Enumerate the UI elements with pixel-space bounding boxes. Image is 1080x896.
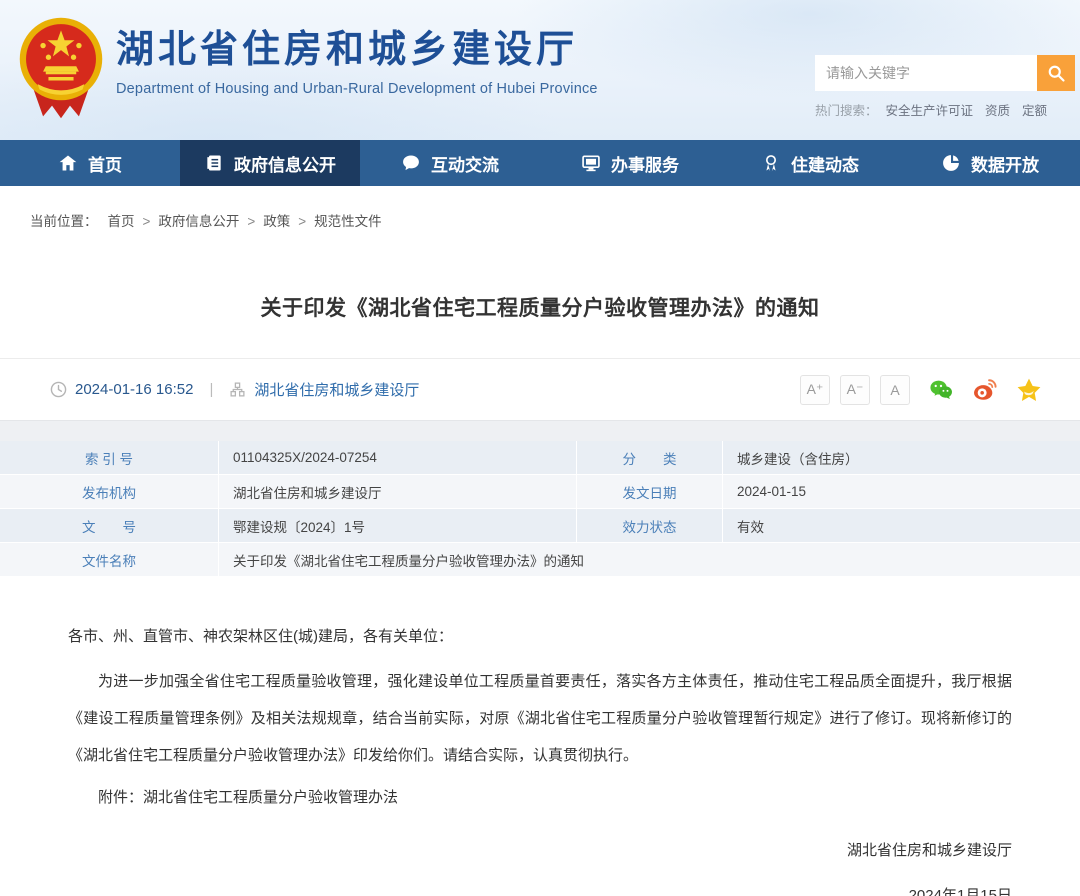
search-icon <box>1048 65 1065 82</box>
nav-item-label: 数据开放 <box>971 155 1039 175</box>
search-block: 热门搜索： 安全生产许可证资质定额 <box>815 55 1080 119</box>
table-value-validity: 有效 <box>723 509 1080 542</box>
table-value-doc-name: 关于印发《湖北省住宅工程质量分户验收管理办法》的通知 <box>219 543 1080 576</box>
hot-search-label: 热门搜索： <box>815 104 878 118</box>
breadcrumb-separator: > <box>298 214 307 229</box>
nav-item-open-data[interactable]: 数据开放 <box>900 140 1080 186</box>
nav-item-label: 政府信息公开 <box>234 155 336 175</box>
search-input[interactable] <box>815 55 1037 91</box>
breadcrumb-label: 当前位置： <box>30 214 98 229</box>
table-label-issue-date: 发文日期 <box>577 475 722 508</box>
nav-item-label: 首页 <box>88 155 122 175</box>
site-title-block: 湖北省住房和城乡建设厅 Department of Housing and Ur… <box>116 29 598 97</box>
nav-item-services[interactable]: 办事服务 <box>540 140 720 186</box>
font-increase-button[interactable]: A⁺ <box>800 374 830 405</box>
nav-item-home[interactable]: 首页 <box>0 140 180 186</box>
breadcrumb-separator: > <box>142 214 151 229</box>
table-label-doc-no: 文 号 <box>0 509 218 542</box>
breadcrumb-item-home[interactable]: 首页 <box>108 214 135 229</box>
page: 湖北省住房和城乡建设厅 Department of Housing and Ur… <box>0 0 1080 896</box>
clock-icon <box>50 381 67 398</box>
wechat-share-icon[interactable] <box>928 377 954 403</box>
national-emblem-logo <box>19 17 103 119</box>
breadcrumb-separator: > <box>247 214 256 229</box>
document-body: 各市、州、直管市、神农架林区住(城)建局，各有关单位： 为进一步加强全省住宅工程… <box>0 625 1080 896</box>
nav-item-news[interactable]: 住建动态 <box>720 140 900 186</box>
weibo-share-icon[interactable] <box>972 377 998 403</box>
monitor-icon <box>582 155 600 172</box>
table-label-index-no: 索 引 号 <box>0 441 218 474</box>
table-label-validity: 效力状态 <box>577 509 722 542</box>
table-value-issuer: 湖北省住房和城乡建设厅 <box>219 475 576 508</box>
table-label-doc-name: 文件名称 <box>0 543 218 576</box>
article-meta-right: A⁺ A⁻ A <box>800 374 1042 405</box>
site-subtitle: Department of Housing and Urban-Rural De… <box>116 80 598 97</box>
signature-organization: 湖北省住房和城乡建设厅 <box>846 842 1012 859</box>
chat-bubble-icon <box>403 155 419 171</box>
font-decrease-button[interactable]: A⁻ <box>840 374 870 405</box>
organization-icon <box>230 382 245 397</box>
publish-source-link[interactable]: 湖北省住房和城乡建设厅 <box>254 379 419 400</box>
home-icon <box>59 155 77 171</box>
nav-item-label: 办事服务 <box>611 155 679 175</box>
font-reset-button[interactable]: A <box>880 374 910 405</box>
medal-icon <box>766 155 776 172</box>
site-header: 湖北省住房和城乡建设厅 Department of Housing and Ur… <box>0 0 1080 140</box>
table-value-issue-date: 2024-01-15 <box>723 475 1080 508</box>
article-title: 关于印发《湖北省住宅工程质量分户验收管理办法》的通知 <box>260 297 820 320</box>
hot-search-link[interactable]: 资质 <box>985 104 1010 118</box>
breadcrumb-item-policy[interactable]: 政策 <box>263 214 290 229</box>
table-value-doc-no: 鄂建设规〔2024〕1号 <box>219 509 576 542</box>
nav-item-gov-info[interactable]: 政府信息公开 <box>180 140 360 186</box>
article-meta-left: 2024-01-16 16:52 | 湖北省住房和城乡建设厅 <box>50 379 419 400</box>
site-title: 湖北省住房和城乡建设厅 <box>116 29 579 71</box>
body-paragraph: 为进一步加强全省住宅工程质量验收管理，强化建设单位工程质量首要责任，落实各方主体… <box>68 673 1012 764</box>
section-divider <box>0 420 1080 441</box>
hot-search: 热门搜索： 安全生产许可证 资质 定额 <box>815 100 1080 119</box>
table-label-issuer: 发布机构 <box>0 475 218 508</box>
attachment-line: 附件：湖北省住宅工程质量分户验收管理办法 <box>98 789 399 806</box>
document-icon <box>207 155 221 171</box>
article-meta-bar: 2024-01-16 16:52 | 湖北省住房和城乡建设厅 A⁺ A⁻ A <box>0 358 1080 420</box>
salutation: 各市、州、直管市、神农架林区住(城)建局，各有关单位： <box>68 628 453 645</box>
pie-chart-icon <box>943 155 959 171</box>
table-value-index-no: 01104325X/2024-07254 <box>219 441 576 474</box>
table-label-category: 分 类 <box>577 441 722 474</box>
publish-datetime: 2024-01-16 16:52 <box>75 381 194 398</box>
search-button[interactable] <box>1037 55 1075 91</box>
nav-item-interaction[interactable]: 互动交流 <box>360 140 540 186</box>
table-value-category: 城乡建设（含住房） <box>723 441 1080 474</box>
signature-date: 2024年1月15日 <box>908 887 1012 896</box>
breadcrumb: 当前位置： 首页 > 政府信息公开 > 政策 > 规范性文件 <box>0 186 1080 230</box>
breadcrumb-item-normative-docs[interactable]: 规范性文件 <box>314 214 382 229</box>
hot-search-link[interactable]: 安全生产许可证 <box>886 104 974 118</box>
meta-divider: | <box>209 381 214 398</box>
nav-item-label: 互动交流 <box>431 155 499 175</box>
qzone-share-icon[interactable] <box>1016 377 1042 403</box>
main-nav: 首页 政府信息公开 互动交流 办事服务 住建动态 数据开放 <box>0 140 1080 186</box>
nav-item-label: 住建动态 <box>791 155 859 175</box>
hot-search-link[interactable]: 定额 <box>1022 104 1047 118</box>
breadcrumb-item-gov-info[interactable]: 政府信息公开 <box>158 214 239 229</box>
document-info-table: 索 引 号 01104325X/2024-07254 分 类 城乡建设（含住房）… <box>0 441 1080 577</box>
